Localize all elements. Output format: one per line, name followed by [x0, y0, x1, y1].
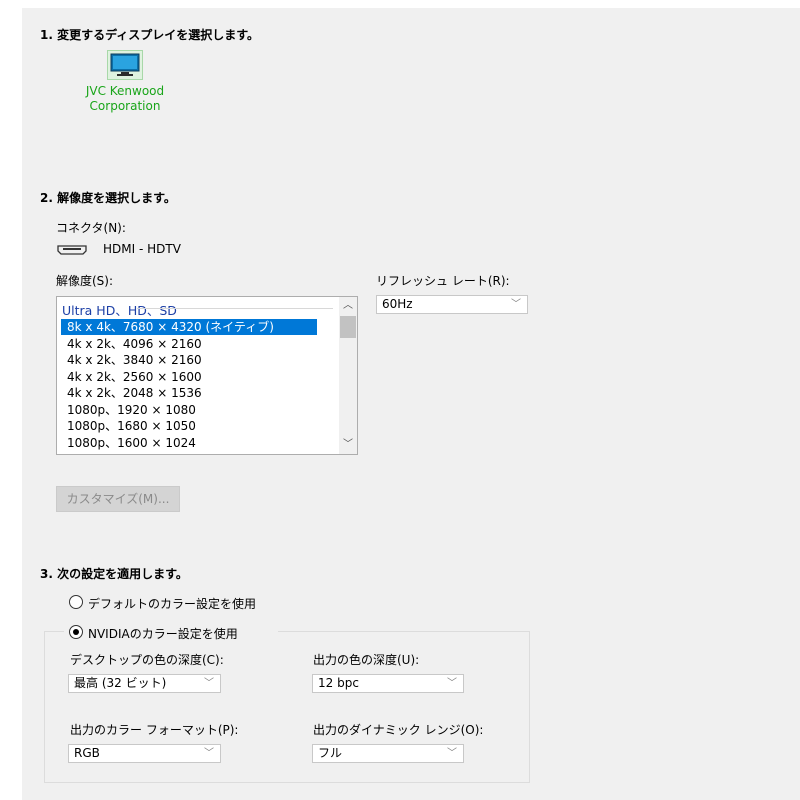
- desktop-depth-label: デスクトップの色の深度(C):: [70, 653, 224, 667]
- chevron-down-icon: ﹀: [204, 678, 214, 689]
- section2-heading: 2. 解像度を選択します。: [40, 191, 176, 205]
- resolution-item[interactable]: 4k x 2k、3840 × 2160: [61, 352, 317, 368]
- resolution-item[interactable]: 1080p、1920 × 1080: [61, 402, 317, 418]
- resolution-item[interactable]: 4k x 2k、2048 × 1536: [61, 385, 317, 401]
- radio-default-color[interactable]: [69, 595, 83, 609]
- section3-heading: 3. 次の設定を適用します。: [40, 567, 188, 581]
- scroll-thumb[interactable]: [340, 316, 356, 338]
- customize-button[interactable]: カスタマイズ(M)...: [56, 486, 180, 512]
- refresh-rate-select[interactable]: 60Hz ﹀: [376, 295, 528, 314]
- display-name: JVC Kenwood Corporation: [85, 84, 165, 113]
- refresh-rate-label: リフレッシュ レート(R):: [376, 274, 510, 288]
- dynamic-range-label: 出力のダイナミック レンジ(O):: [313, 723, 484, 737]
- resolution-label: 解像度(S):: [56, 274, 114, 288]
- resolution-list[interactable]: Ultra HD、HD、SD 8k x 4k、7680 × 4320 (ネイティ…: [56, 296, 358, 455]
- resolution-item[interactable]: 4k x 2k、2560 × 1600: [61, 369, 317, 385]
- hdmi-icon: [57, 244, 87, 258]
- output-depth-label: 出力の色の深度(U):: [313, 653, 420, 667]
- resolution-item[interactable]: 8k x 4k、7680 × 4320 (ネイティブ): [61, 319, 317, 335]
- display-tile[interactable]: JVC Kenwood Corporation: [60, 50, 190, 114]
- output-depth-select[interactable]: 12 bpc ﹀: [312, 674, 464, 693]
- radio-default-color-label[interactable]: デフォルトのカラー設定を使用: [88, 595, 256, 612]
- radio-nvidia-color-label[interactable]: NVIDIAのカラー設定を使用: [88, 625, 238, 642]
- radio-nvidia-color[interactable]: [69, 625, 83, 639]
- desktop-depth-select[interactable]: 最高 (32 ビット) ﹀: [68, 674, 221, 693]
- chevron-down-icon[interactable]: ﹀: [339, 436, 357, 453]
- list-group-separator: [137, 308, 333, 309]
- color-format-label: 出力のカラー フォーマット(P):: [70, 723, 239, 737]
- dynamic-range-select[interactable]: フル ﹀: [312, 744, 464, 763]
- resolution-item[interactable]: 1080p、1680 × 1050: [61, 418, 317, 434]
- resolution-item[interactable]: 4k x 2k、4096 × 2160: [61, 336, 317, 352]
- resolution-item[interactable]: 1080p、1600 × 1024: [61, 435, 317, 451]
- chevron-down-icon: ﹀: [204, 748, 214, 759]
- chevron-down-icon: ﹀: [447, 748, 457, 759]
- connector-value: HDMI - HDTV: [103, 242, 181, 256]
- section1-heading: 1. 変更するディスプレイを選択します。: [40, 28, 260, 42]
- resolution-scrollbar[interactable]: ︿ ﹀: [339, 297, 357, 454]
- chevron-down-icon: ﹀: [511, 299, 521, 310]
- color-format-select[interactable]: RGB ﹀: [68, 744, 221, 763]
- chevron-down-icon: ﹀: [447, 678, 457, 689]
- monitor-icon: [107, 50, 143, 80]
- list-group-header: Ultra HD、HD、SD: [62, 303, 177, 318]
- chevron-up-icon[interactable]: ︿: [339, 297, 357, 314]
- connector-label: コネクタ(N):: [56, 221, 126, 235]
